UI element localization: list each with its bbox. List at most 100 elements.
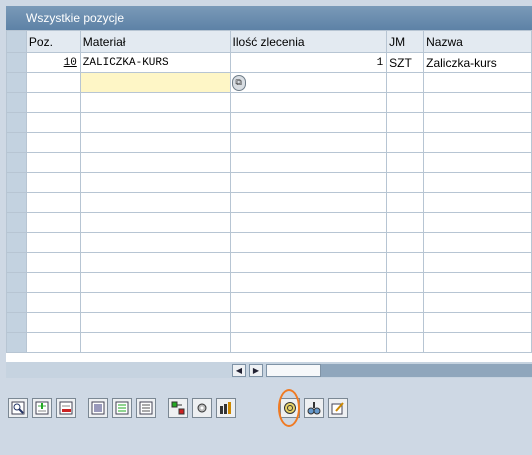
row-selector[interactable]	[6, 132, 27, 153]
columns-button[interactable]	[216, 398, 236, 418]
empty-cell[interactable]	[25, 172, 81, 193]
empty-cell[interactable]	[229, 152, 388, 173]
ilosc-cell[interactable]: ⧉	[229, 72, 388, 93]
empty-cell[interactable]	[25, 152, 81, 173]
empty-cell[interactable]	[423, 312, 532, 333]
product-selection-button[interactable]	[304, 398, 324, 418]
empty-cell[interactable]	[25, 92, 81, 113]
col-header-ilosc[interactable]: Ilość zlecenia	[229, 30, 388, 53]
poz-cell[interactable]: 10	[25, 52, 81, 73]
row-selector[interactable]	[6, 332, 27, 353]
select-all-cell[interactable]	[6, 30, 27, 53]
empty-cell[interactable]	[386, 192, 425, 213]
col-header-nazwa[interactable]: Nazwa	[423, 30, 532, 53]
row-selector[interactable]	[6, 92, 27, 113]
empty-cell[interactable]	[386, 212, 425, 233]
scroll-left-button[interactable]: ◀	[232, 364, 246, 377]
row-selector[interactable]	[6, 232, 27, 253]
ilosc-cell[interactable]: 1	[229, 52, 388, 73]
more-button[interactable]	[136, 398, 156, 418]
empty-cell[interactable]	[229, 92, 388, 113]
empty-cell[interactable]	[25, 332, 81, 353]
empty-cell[interactable]	[423, 152, 532, 173]
empty-cell[interactable]	[386, 272, 425, 293]
row-selector[interactable]	[6, 252, 27, 273]
empty-cell[interactable]	[229, 292, 388, 313]
empty-cell[interactable]	[386, 312, 425, 333]
empty-cell[interactable]	[79, 252, 231, 273]
empty-cell[interactable]	[423, 272, 532, 293]
edit-button[interactable]	[328, 398, 348, 418]
empty-cell[interactable]	[25, 192, 81, 213]
empty-cell[interactable]	[25, 112, 81, 133]
material-input[interactable]	[79, 72, 231, 93]
row-selector[interactable]	[6, 272, 27, 293]
row-selector[interactable]	[6, 152, 27, 173]
col-header-material[interactable]: Materiał	[79, 30, 231, 53]
poz-link[interactable]: 10	[64, 57, 77, 69]
empty-cell[interactable]	[386, 232, 425, 253]
select-all-button[interactable]	[88, 398, 108, 418]
empty-cell[interactable]	[423, 332, 532, 353]
empty-cell[interactable]	[79, 112, 231, 133]
empty-cell[interactable]	[423, 232, 532, 253]
row-selector[interactable]	[6, 312, 27, 333]
scrollbar-thumb[interactable]	[266, 364, 321, 377]
empty-cell[interactable]	[386, 132, 425, 153]
empty-cell[interactable]	[79, 312, 231, 333]
empty-cell[interactable]	[79, 212, 231, 233]
empty-cell[interactable]	[25, 132, 81, 153]
empty-cell[interactable]	[229, 252, 388, 273]
empty-cell[interactable]	[25, 232, 81, 253]
conditions-button[interactable]	[168, 398, 188, 418]
empty-cell[interactable]	[386, 292, 425, 313]
empty-cell[interactable]	[79, 132, 231, 153]
row-selector[interactable]	[6, 52, 27, 73]
empty-cell[interactable]	[229, 212, 388, 233]
empty-cell[interactable]	[79, 272, 231, 293]
empty-cell[interactable]	[79, 92, 231, 113]
empty-cell[interactable]	[423, 192, 532, 213]
empty-cell[interactable]	[423, 172, 532, 193]
empty-cell[interactable]	[79, 172, 231, 193]
empty-cell[interactable]	[423, 292, 532, 313]
empty-cell[interactable]	[386, 152, 425, 173]
empty-cell[interactable]	[229, 332, 388, 353]
empty-cell[interactable]	[229, 272, 388, 293]
material-cell[interactable]: ZALICZKA-KURS	[79, 52, 231, 73]
scroll-right-button[interactable]: ▶	[249, 364, 263, 377]
deselect-all-button[interactable]	[112, 398, 132, 418]
row-selector[interactable]	[6, 112, 27, 133]
empty-cell[interactable]	[79, 192, 231, 213]
empty-cell[interactable]	[229, 112, 388, 133]
delete-row-button[interactable]	[56, 398, 76, 418]
empty-cell[interactable]	[423, 92, 532, 113]
empty-cell[interactable]	[25, 212, 81, 233]
horizontal-scrollbar[interactable]: ◀ ▶	[6, 362, 532, 378]
insert-row-button[interactable]	[32, 398, 52, 418]
empty-cell[interactable]	[386, 172, 425, 193]
jm-cell[interactable]: SZT	[386, 52, 425, 73]
empty-cell[interactable]	[229, 232, 388, 253]
col-header-jm[interactable]: JM	[386, 30, 425, 53]
empty-cell[interactable]	[229, 132, 388, 153]
row-selector[interactable]	[6, 72, 27, 93]
empty-cell[interactable]	[386, 92, 425, 113]
empty-cell[interactable]	[79, 152, 231, 173]
empty-cell[interactable]	[25, 252, 81, 273]
empty-cell[interactable]	[386, 252, 425, 273]
col-header-poz[interactable]: Poz.	[25, 30, 81, 53]
nazwa-cell[interactable]	[423, 72, 532, 93]
empty-cell[interactable]	[229, 192, 388, 213]
empty-cell[interactable]	[229, 172, 388, 193]
empty-cell[interactable]	[423, 132, 532, 153]
empty-cell[interactable]	[79, 332, 231, 353]
poz-cell[interactable]	[25, 72, 81, 93]
empty-cell[interactable]	[79, 232, 231, 253]
details-button[interactable]	[8, 398, 28, 418]
row-selector[interactable]	[6, 172, 27, 193]
config-button[interactable]	[192, 398, 212, 418]
jm-cell[interactable]	[386, 72, 425, 93]
empty-cell[interactable]	[386, 112, 425, 133]
nazwa-cell[interactable]: Zaliczka-kurs	[423, 52, 532, 73]
